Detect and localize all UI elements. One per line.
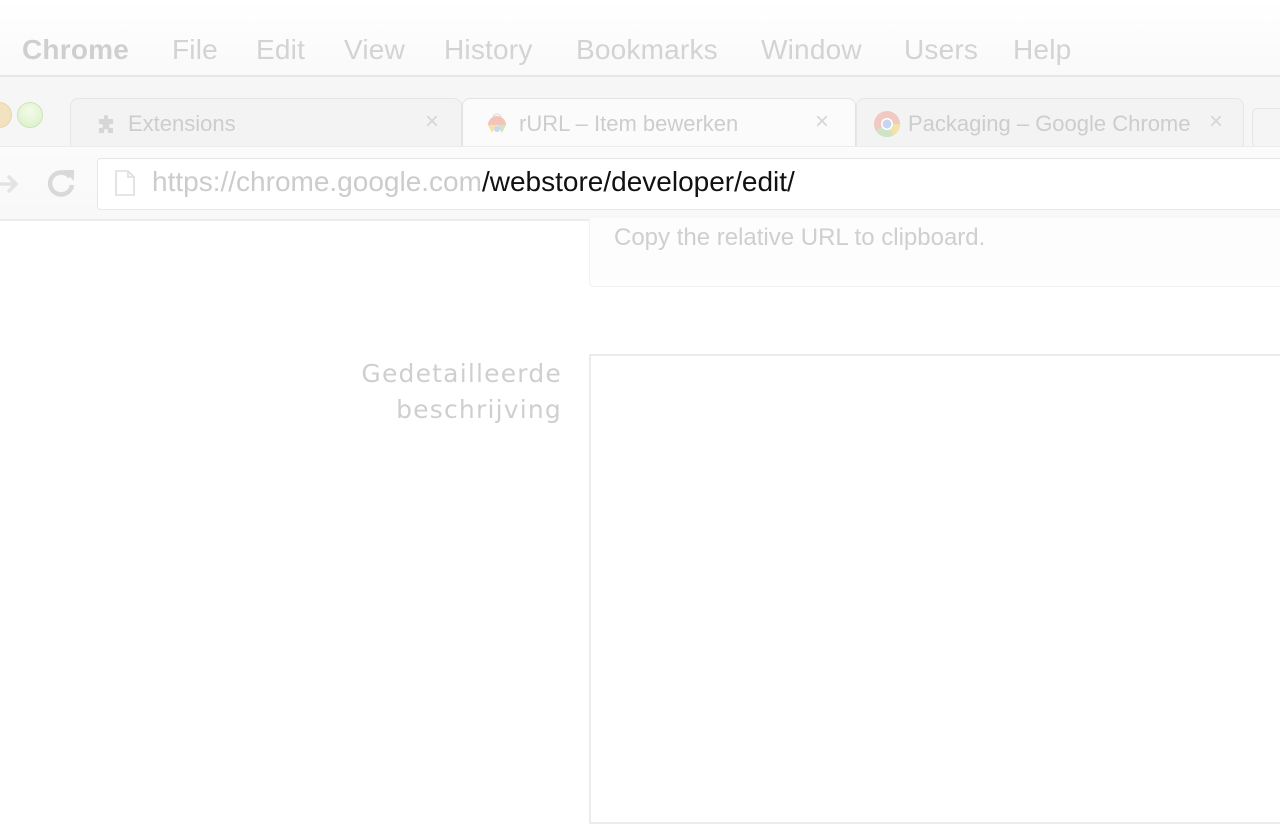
- menu-bookmarks[interactable]: Bookmarks: [576, 34, 718, 66]
- menu-users[interactable]: Users: [904, 34, 978, 66]
- menu-view[interactable]: View: [344, 34, 405, 66]
- tab-close-icon[interactable]: ×: [815, 108, 829, 136]
- tab-title: Packaging – Google Chrome: [908, 111, 1191, 136]
- tab-packaging[interactable]: Packaging – Google Chrome ×: [856, 98, 1244, 147]
- webstore-icon: [488, 113, 506, 133]
- tab-title: Extensions: [128, 111, 236, 136]
- detailed-description-label: Gedetailleerde beschrijving: [302, 356, 562, 428]
- chrome-logo-icon: [874, 111, 901, 138]
- puzzle-piece-icon: [99, 115, 113, 133]
- menu-app-chrome[interactable]: Chrome: [22, 34, 129, 66]
- menu-window[interactable]: Window: [761, 34, 862, 66]
- tab-close-icon[interactable]: ×: [425, 108, 439, 136]
- mac-menu-bar: Chrome File Edit View History Bookmarks …: [0, 0, 1280, 77]
- menu-history[interactable]: History: [444, 34, 533, 66]
- tab-extensions[interactable]: Extensions ×: [70, 98, 462, 147]
- tab-rurl-item-bewerken[interactable]: rURL – Item bewerken ×: [462, 98, 856, 147]
- menu-help[interactable]: Help: [1013, 34, 1071, 66]
- url-text[interactable]: https://chrome.google.com/webstore/devel…: [152, 166, 795, 198]
- label-line-1: Gedetailleerde: [361, 359, 562, 388]
- menu-file[interactable]: File: [172, 34, 218, 66]
- detailed-description-textarea[interactable]: [589, 354, 1280, 824]
- reload-icon[interactable]: [44, 166, 78, 200]
- tab-title: rURL – Item bewerken: [519, 111, 739, 136]
- tab-close-icon[interactable]: ×: [1205, 108, 1224, 136]
- page-icon: [115, 170, 135, 196]
- menu-edit[interactable]: Edit: [256, 34, 305, 66]
- new-tab-button[interactable]: [1252, 108, 1280, 148]
- url-path: /webstore/developer/edit/: [481, 166, 795, 197]
- copy-url-hint: Copy the relative URL to clipboard.: [614, 224, 986, 251]
- forward-arrow-icon[interactable]: [0, 170, 22, 198]
- label-line-2: beschrijving: [396, 395, 562, 424]
- window-zoom-button[interactable]: [17, 102, 43, 128]
- url-host: https://chrome.google.com: [152, 166, 482, 197]
